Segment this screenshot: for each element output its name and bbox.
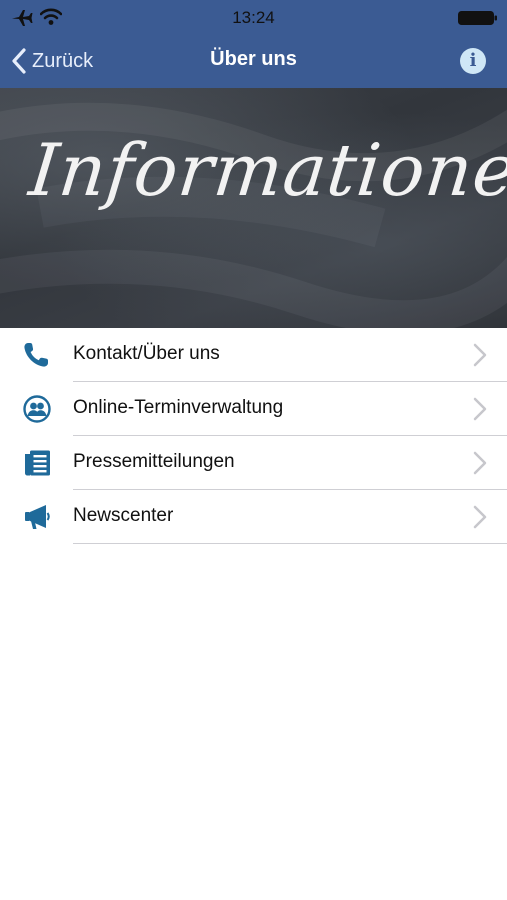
- chevron-right-icon: [473, 505, 487, 529]
- separator: [73, 542, 507, 544]
- status-time: 13:24: [232, 8, 275, 27]
- menu-item-label: Kontakt/Über uns: [73, 343, 220, 364]
- page-title: Über uns: [210, 48, 297, 70]
- menu-list: Kontakt/Über uns Online-Terminverwaltung: [0, 328, 507, 544]
- hero-headline: Informationen: [25, 128, 507, 212]
- info-icon: i: [469, 50, 477, 71]
- chevron-right-icon: [473, 451, 487, 475]
- menu-item-label: Newscenter: [73, 505, 174, 526]
- status-bar: 13:24: [0, 0, 507, 36]
- chevron-right-icon: [473, 397, 487, 421]
- document-list-icon: [25, 450, 50, 476]
- menu-item-presse[interactable]: Pressemitteilungen: [0, 436, 507, 490]
- battery-icon: [458, 11, 497, 25]
- megaphone-icon: [25, 505, 50, 529]
- navigation-bar: Zurück Über uns i: [0, 36, 507, 86]
- top-bar: 13:24 Zurück Über uns i: [0, 0, 507, 88]
- chevron-right-icon: [473, 343, 487, 367]
- menu-item-kontakt[interactable]: Kontakt/Über uns: [0, 328, 507, 382]
- users-icon: [23, 395, 51, 423]
- info-button[interactable]: i: [460, 48, 486, 74]
- menu-item-newscenter[interactable]: Newscenter: [0, 490, 507, 544]
- menu-item-label: Pressemitteilungen: [73, 451, 235, 472]
- menu-item-termine[interactable]: Online-Terminverwaltung: [0, 382, 507, 436]
- phone-icon: [24, 343, 48, 367]
- menu-item-label: Online-Terminverwaltung: [73, 397, 284, 418]
- hero-banner: Informationen: [0, 88, 507, 328]
